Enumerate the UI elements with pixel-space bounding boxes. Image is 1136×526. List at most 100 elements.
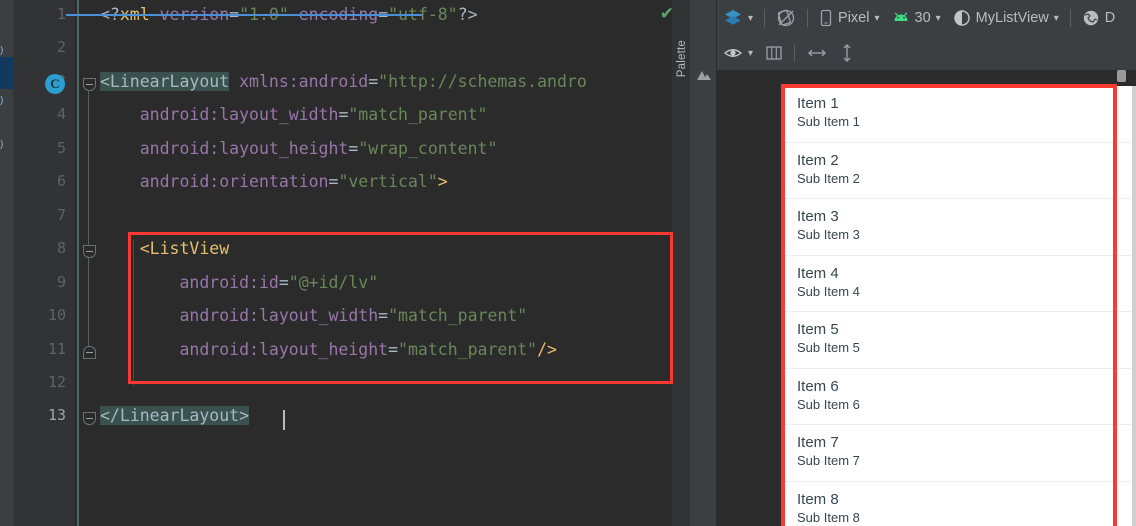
chevron-down-icon: ▾ — [874, 12, 880, 24]
list-item[interactable]: Item 2 Sub Item 2 — [783, 142, 1136, 199]
rotate-device-icon — [776, 8, 796, 28]
fit-width-button[interactable] — [800, 40, 834, 66]
line-number: 4 — [56, 105, 66, 124]
code-token: "http://schemas.andro — [378, 71, 587, 91]
code-line[interactable]: <ListView — [100, 239, 230, 259]
chevron-down-icon: ▾ — [748, 47, 754, 59]
eye-icon — [723, 45, 743, 61]
code-line[interactable]: </LinearLayout> — [100, 406, 250, 426]
device-preview[interactable]: Item 1 Sub Item 1 Item 2 Sub Item 2 Item 3 Su… — [783, 86, 1136, 526]
orientation-button[interactable] — [770, 5, 802, 31]
list-item[interactable]: Item 6 Sub Item 6 — [783, 368, 1136, 425]
code-token: <LinearLayout — [100, 71, 230, 91]
left-strip-selection — [0, 57, 13, 89]
tool-window-stripe-button[interactable]: ) — [0, 96, 13, 106]
list-item-subtitle: Sub Item 4 — [797, 283, 860, 299]
arrows-vertical-icon — [840, 42, 854, 64]
list-item[interactable]: Item 4 Sub Item 4 — [783, 255, 1136, 312]
code-line[interactable]: android:layout_height="match_parent"/> — [100, 339, 557, 359]
code-token: xmlns:android — [239, 71, 369, 91]
list-item[interactable]: Item 8 Sub Item 8 — [783, 481, 1136, 526]
code-editor-pane: ))) 12345678910111213 C <?xml version="1… — [0, 0, 690, 526]
code-token: android:layout_width — [139, 105, 339, 125]
code-token: "match_parent" — [348, 105, 488, 125]
blueprint-mode-button[interactable] — [759, 40, 789, 66]
code-token: ?> — [457, 5, 478, 24]
toolbar-separator — [764, 9, 766, 27]
design-surface-button[interactable]: ▾ — [717, 5, 759, 31]
fold-line-listview — [88, 258, 89, 286]
list-item-title: Item 4 — [797, 264, 839, 282]
preview-canvas[interactable]: Item 1 Sub Item 1 Item 2 Sub Item 2 Item 3 Su… — [717, 70, 1136, 526]
tool-window-stripe-button[interactable]: ) — [0, 46, 13, 56]
design-toolbar: ▾ Pixel ▾ 30 ▾ MyListView ▾ D — [717, 0, 1136, 36]
code-token: android:layout_height — [179, 339, 389, 359]
code-token: "match_parent" — [388, 306, 528, 326]
code-token: = — [378, 306, 389, 326]
list-item-subtitle: Sub Item 1 — [797, 114, 860, 129]
list-item-subtitle: Sub Item 7 — [797, 453, 860, 468]
code-token: > — [437, 172, 448, 192]
chevron-down-icon: ▾ — [1053, 12, 1059, 24]
chevron-down-icon: ▾ — [748, 12, 754, 24]
code-token: "match_parent" — [398, 339, 538, 359]
code-text-area[interactable]: <?xml version="1.0" encoding="utf-8"?><L… — [100, 0, 660, 526]
list-item-title: Item 6 — [797, 377, 839, 395]
code-line[interactable]: <LinearLayout xmlns:android="http://sche… — [100, 71, 587, 91]
fold-marker-linearlayout[interactable] — [83, 78, 96, 91]
list-item-subtitle: Sub Item 6 — [797, 396, 860, 412]
android-icon — [892, 11, 910, 25]
tool-window-stripe-button[interactable]: ) — [0, 140, 13, 150]
device-selector[interactable]: Pixel ▾ — [813, 5, 885, 31]
code-line[interactable]: android:layout_width="match_parent" — [100, 105, 488, 125]
globe-icon — [1082, 9, 1100, 27]
code-fold-rail — [77, 0, 79, 526]
class-marker-icon[interactable]: C — [45, 74, 65, 94]
palette-icon — [697, 71, 711, 80]
locale-label: D — [1104, 10, 1116, 26]
code-line[interactable]: android:orientation="vertical"> — [100, 174, 448, 191]
fold-marker-closing-tag[interactable] — [83, 412, 96, 425]
phone-icon — [819, 9, 833, 27]
line-number-gutter[interactable]: 12345678910111213 — [13, 0, 75, 526]
code-line[interactable]: android:layout_width="match_parent" — [100, 306, 528, 326]
code-line[interactable]: android:layout_height="wrap_content" — [100, 138, 498, 158]
listview-scrollbar[interactable] — [1132, 86, 1136, 526]
list-item[interactable]: Item 7 Sub Item 7 — [783, 425, 1136, 482]
android-studio-window: ))) 12345678910111213 C <?xml version="1… — [0, 0, 1136, 526]
toolbar-separator — [807, 9, 809, 27]
code-token: "wrap_content" — [358, 138, 498, 158]
arrows-horizontal-icon — [806, 46, 828, 60]
code-token: </LinearLayout> — [100, 406, 250, 426]
locale-selector[interactable]: D — [1076, 5, 1121, 31]
fold-marker-listview[interactable] — [83, 245, 96, 258]
theme-contrast-icon — [953, 9, 971, 27]
code-token: = — [338, 105, 349, 125]
list-item[interactable]: Item 1 Sub Item 1 — [783, 86, 1136, 143]
text-caret — [283, 410, 285, 430]
line-number: 5 — [56, 138, 66, 157]
list-item-title: Item 1 — [797, 95, 839, 112]
preview-scrollbar-thumb[interactable] — [1117, 70, 1126, 82]
fold-marker-linearlayout-end[interactable] — [83, 346, 96, 359]
api-level-selector[interactable]: 30 ▾ — [886, 5, 947, 31]
list-item[interactable]: Item 5 Sub Item 5 — [783, 312, 1136, 369]
theme-selector[interactable]: MyListView ▾ — [947, 5, 1065, 31]
palette-tool-tab[interactable]: Palette — [676, 0, 717, 526]
line-number: 13 — [47, 406, 66, 425]
line-number: 11 — [47, 339, 66, 358]
editor-scrollbar[interactable] — [672, 0, 690, 526]
list-item-title: Item 3 — [797, 208, 839, 225]
code-line[interactable]: android:id="@+id/lv" — [100, 274, 378, 292]
list-item[interactable]: Item 3 Sub Item 3 — [783, 199, 1136, 256]
code-token: <ListView — [139, 239, 230, 259]
visibility-button[interactable]: ▾ — [717, 40, 759, 66]
layers-icon — [723, 8, 743, 28]
list-item-subtitle: Sub Item 8 — [797, 509, 860, 525]
fit-height-button[interactable] — [834, 40, 860, 66]
theme-label: MyListView — [975, 10, 1049, 26]
